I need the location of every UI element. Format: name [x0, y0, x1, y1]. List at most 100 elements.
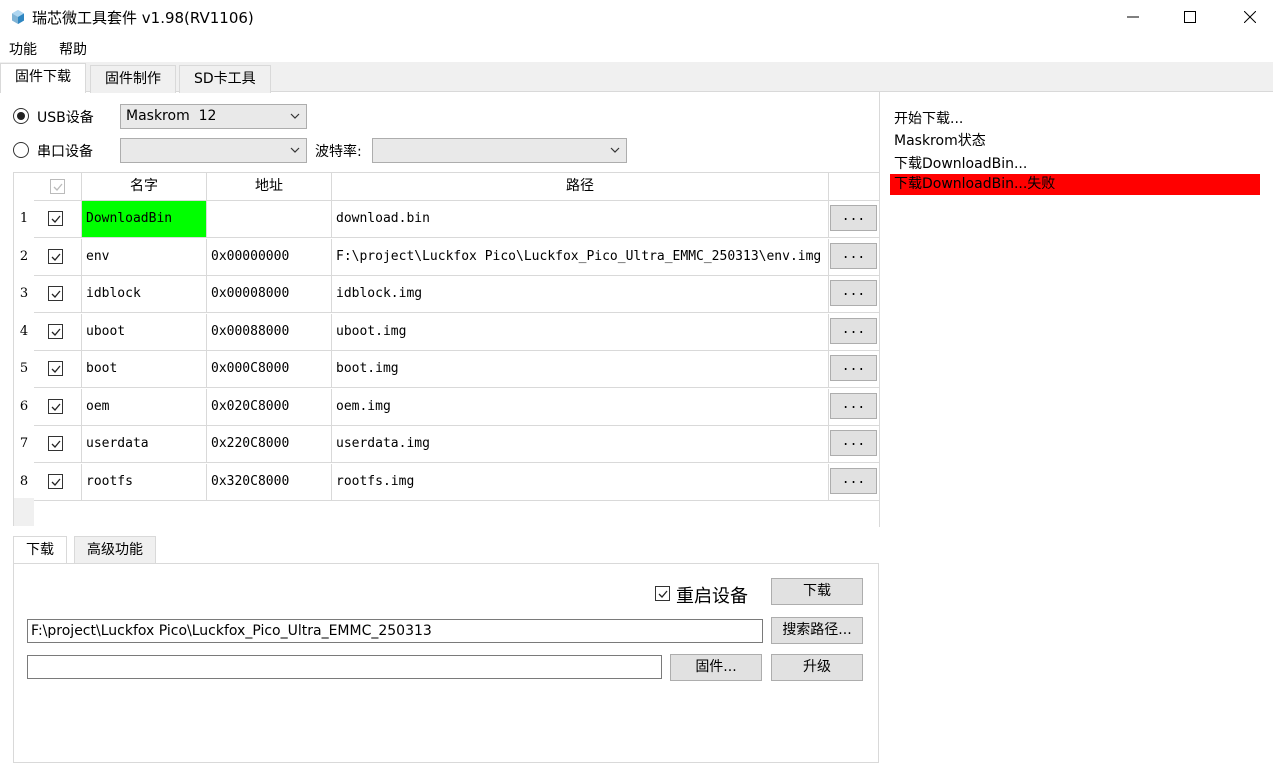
row-checkbox[interactable]: [48, 249, 63, 264]
serial-device-select[interactable]: [120, 138, 307, 163]
tab-advanced[interactable]: 高级功能: [74, 536, 156, 564]
tab-sd-card-tool[interactable]: SD卡工具: [179, 65, 271, 93]
partition-address[interactable]: 0x00008000: [207, 276, 332, 313]
browse-cell: ...: [829, 201, 880, 238]
tab-firmware-make[interactable]: 固件制作: [90, 65, 176, 93]
minimize-button[interactable]: [1103, 0, 1163, 34]
download-button[interactable]: 下载: [771, 578, 863, 605]
firmware-file-input[interactable]: [27, 655, 662, 679]
tab-download[interactable]: 下载: [13, 536, 67, 564]
menu-help[interactable]: 帮助: [59, 39, 87, 59]
row-checkbox[interactable]: [48, 399, 63, 414]
partition-address[interactable]: 0x220C8000: [207, 426, 332, 463]
minimize-icon: [1127, 16, 1139, 18]
chevron-down-icon: [290, 113, 300, 119]
row-checkbox-cell: [34, 201, 82, 238]
chevron-down-icon: [610, 147, 620, 153]
check-icon: [51, 478, 61, 486]
row-checkbox[interactable]: [48, 324, 63, 339]
app-icon: [12, 10, 24, 24]
partition-path[interactable]: boot.img: [332, 351, 829, 388]
header-path: 路径: [332, 173, 829, 201]
header-name: 名字: [82, 173, 207, 201]
log-error-line: 下载DownloadBin...失败: [890, 174, 1260, 195]
partition-address[interactable]: [207, 201, 332, 238]
row-checkbox[interactable]: [48, 286, 63, 301]
usb-device-value: Maskrom 12: [126, 108, 217, 124]
partition-path[interactable]: download.bin: [332, 201, 829, 238]
select-all-checkbox[interactable]: [50, 179, 65, 194]
row-checkbox[interactable]: [48, 436, 63, 451]
firmware-path-input[interactable]: F:\project\Luckfox Pico\Luckfox_Pico_Ult…: [27, 619, 763, 643]
partition-name[interactable]: oem: [82, 389, 207, 426]
close-button[interactable]: [1220, 0, 1273, 34]
partition-path[interactable]: F:\project\Luckfox Pico\Luckfox_Pico_Ult…: [332, 239, 829, 276]
upgrade-button[interactable]: 升级: [771, 654, 863, 681]
search-path-button[interactable]: 搜索路径...: [771, 617, 863, 644]
partition-address[interactable]: 0x000C8000: [207, 351, 332, 388]
reboot-device-label: 重启设备: [676, 586, 748, 607]
partition-path[interactable]: uboot.img: [332, 314, 829, 351]
usb-device-radio[interactable]: [13, 108, 29, 124]
header-checkbox-cell: [34, 173, 82, 201]
browse-cell: ...: [829, 426, 880, 463]
row-checkbox-cell: [34, 239, 82, 276]
check-icon: [51, 365, 61, 373]
partition-name[interactable]: uboot: [82, 314, 207, 351]
browse-cell: ...: [829, 314, 880, 351]
row-checkbox-cell: [34, 389, 82, 426]
row-number: 1: [19, 211, 29, 226]
partition-address[interactable]: 0x020C8000: [207, 389, 332, 426]
browse-file-button[interactable]: ...: [830, 355, 877, 381]
browse-cell: ...: [829, 464, 880, 501]
partition-path[interactable]: idblock.img: [332, 276, 829, 313]
row-checkbox[interactable]: [48, 211, 63, 226]
partition-name[interactable]: DownloadBin: [82, 201, 207, 238]
partition-address[interactable]: 0x00000000: [207, 239, 332, 276]
browse-cell: ...: [829, 389, 880, 426]
log-line: Maskrom状态: [894, 133, 986, 149]
maximize-button[interactable]: [1160, 0, 1220, 34]
partition-address[interactable]: 0x00088000: [207, 314, 332, 351]
row-checkbox[interactable]: [48, 474, 63, 489]
browse-file-button[interactable]: ...: [830, 468, 877, 494]
row-checkbox-cell: [34, 426, 82, 463]
table-empty-area: [14, 498, 34, 526]
partition-path[interactable]: userdata.img: [332, 426, 829, 463]
partition-name[interactable]: rootfs: [82, 464, 207, 501]
check-icon: [53, 183, 63, 191]
row-number: 5: [19, 361, 29, 376]
browse-file-button[interactable]: ...: [830, 430, 877, 456]
tab-firmware-download[interactable]: 固件下载: [0, 63, 86, 93]
browse-file-button[interactable]: ...: [830, 280, 877, 306]
baud-rate-label: 波特率:: [315, 144, 362, 160]
partition-address[interactable]: 0x320C8000: [207, 464, 332, 501]
browse-file-button[interactable]: ...: [830, 393, 877, 419]
browse-file-button[interactable]: ...: [830, 205, 877, 231]
row-number: 2: [19, 249, 29, 264]
browse-file-button[interactable]: ...: [830, 243, 877, 269]
check-icon: [51, 440, 61, 448]
partition-name[interactable]: env: [82, 239, 207, 276]
header-address: 地址: [207, 173, 332, 201]
serial-device-radio[interactable]: [13, 142, 29, 158]
row-number: 3: [19, 286, 29, 301]
partition-name[interactable]: idblock: [82, 276, 207, 313]
menu-function[interactable]: 功能: [9, 39, 37, 59]
partition-path[interactable]: oem.img: [332, 389, 829, 426]
usb-device-select[interactable]: Maskrom 12: [120, 104, 307, 129]
reboot-device-checkbox[interactable]: [655, 586, 670, 601]
log-line: 开始下载...: [894, 111, 964, 127]
close-icon: [1244, 11, 1256, 23]
baud-rate-select[interactable]: [372, 138, 627, 163]
log-line: 下载DownloadBin...: [894, 156, 1028, 172]
row-checkbox[interactable]: [48, 361, 63, 376]
partition-name[interactable]: boot: [82, 351, 207, 388]
panel-divider: [879, 92, 880, 527]
row-checkbox-cell: [34, 464, 82, 501]
partition-path[interactable]: rootfs.img: [332, 464, 829, 501]
firmware-button[interactable]: 固件...: [670, 654, 762, 681]
browse-file-button[interactable]: ...: [830, 318, 877, 344]
partition-name[interactable]: userdata: [82, 426, 207, 463]
serial-device-label: 串口设备: [37, 144, 93, 160]
